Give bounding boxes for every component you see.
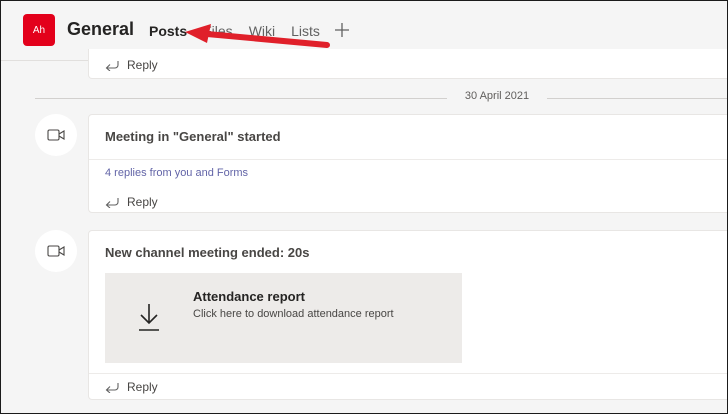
post-title: Meeting in "General" started bbox=[105, 129, 281, 144]
separator-line-left bbox=[35, 98, 447, 99]
meeting-started-post: Meeting in "General" started 4 replies f… bbox=[88, 114, 727, 216]
team-avatar[interactable]: Ah bbox=[23, 14, 55, 46]
video-camera-icon bbox=[35, 230, 77, 272]
date-label: 30 April 2021 bbox=[447, 90, 547, 102]
date-separator: 30 April 2021 bbox=[35, 89, 727, 107]
post-title: New channel meeting ended: 20s bbox=[105, 245, 310, 260]
attendance-report-title: Attendance report bbox=[193, 289, 305, 304]
reply-button[interactable]: Reply bbox=[89, 374, 727, 400]
reply-arrow-icon bbox=[105, 61, 119, 71]
attendance-report-subtitle: Click here to download attendance report bbox=[193, 308, 394, 320]
channel-name: General bbox=[67, 19, 135, 39]
video-camera-icon bbox=[35, 114, 77, 156]
reply-arrow-icon bbox=[105, 383, 119, 393]
reply-label: Reply bbox=[127, 380, 158, 394]
reply-button[interactable]: Reply bbox=[89, 51, 158, 79]
reply-button[interactable]: Reply bbox=[89, 188, 727, 216]
meeting-ended-post: New channel meeting ended: 20s Attendanc… bbox=[88, 230, 727, 400]
separator-line-right bbox=[547, 98, 727, 99]
download-icon bbox=[139, 304, 159, 331]
reply-label: Reply bbox=[127, 195, 158, 209]
add-tab-plus-icon[interactable] bbox=[334, 20, 350, 42]
teams-channel-view: Ah General Posts Files Wiki Lists Reply … bbox=[0, 0, 728, 414]
reply-label: Reply bbox=[127, 58, 158, 72]
replies-summary-link[interactable]: 4 replies from you and Forms bbox=[89, 160, 727, 188]
attendance-report-card[interactable]: Attendance report Click here to download… bbox=[105, 273, 462, 363]
reply-arrow-icon bbox=[105, 198, 119, 208]
previous-post-card: Reply bbox=[88, 49, 727, 79]
